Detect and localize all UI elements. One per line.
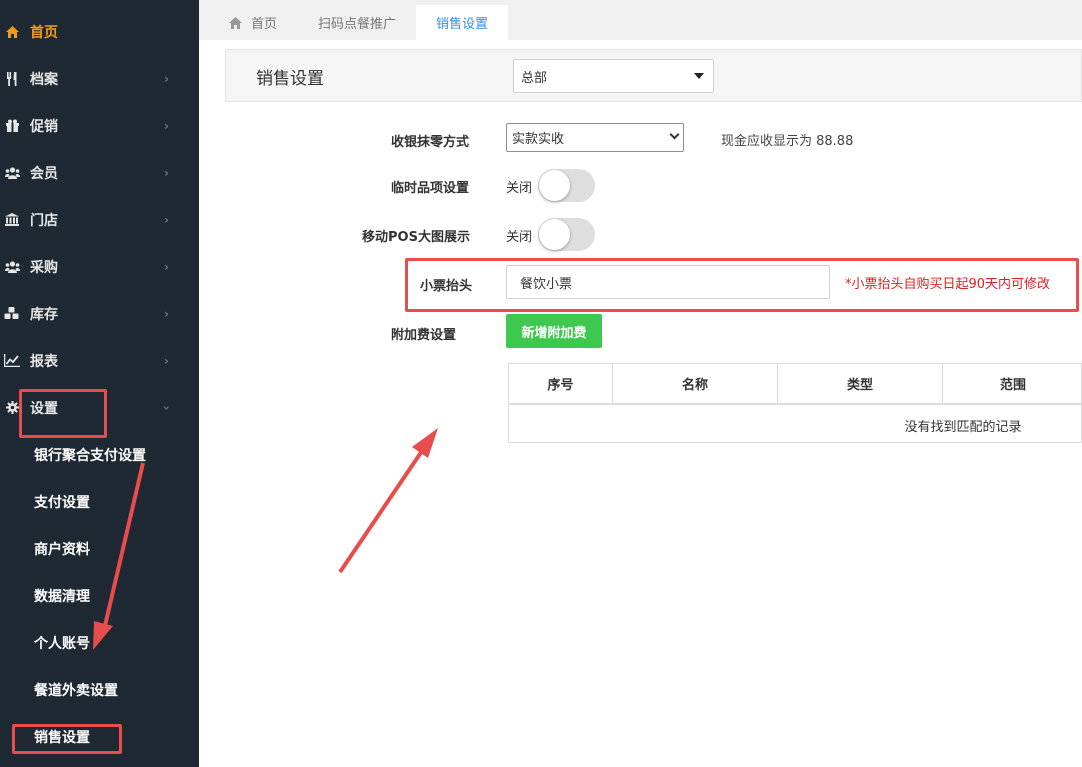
sidebar-subitem-label: 数据清理: [34, 588, 90, 605]
sidebar-subitem-label: 支付设置: [34, 494, 90, 511]
sidebar-item-home[interactable]: 首页: [0, 8, 199, 55]
add-surcharge-button-label: 新增附加费: [521, 325, 587, 341]
tab-qr-order[interactable]: 扫码点餐推广: [318, 5, 408, 40]
column-label: 类型: [846, 378, 873, 393]
column-label: 范围: [999, 378, 1026, 393]
store-select-value: 总部: [521, 70, 548, 86]
sidebar-subitem-label: 餐道外卖设置: [34, 682, 118, 699]
sidebar-subitem-label: 商户资料: [34, 541, 90, 558]
sidebar-item-members[interactable]: 会员 ›: [0, 149, 199, 196]
table-header-cell[interactable]: 范围: [943, 364, 1082, 405]
sidebar-item-label: 档案: [30, 71, 58, 88]
annotation-box-sales-settings: [12, 724, 122, 754]
sidebar-item-label: 首页: [30, 24, 58, 41]
chevron-right-icon: ›: [164, 71, 169, 86]
annotation-box-receipt-header: [405, 258, 1079, 312]
users-icon: [4, 259, 20, 275]
table-header-cell[interactable]: 序号: [509, 364, 613, 405]
chevron-right-icon: ›: [164, 353, 169, 368]
rounding-select-value: 实款实收: [512, 132, 565, 147]
sidebar-subitem-bank-pay[interactable]: 银行聚合支付设置: [0, 431, 199, 478]
pos-big-image-label: 移动POS大图展示: [362, 230, 470, 245]
gift-icon: [4, 118, 20, 134]
sidebar-item-label: 采购: [30, 259, 58, 276]
rounding-hint: 现金应收显示为 88.88: [721, 134, 854, 149]
chevron-right-icon: ›: [164, 165, 169, 180]
rounding-label: 收银抹零方式: [391, 135, 470, 150]
column-label: 名称: [681, 378, 708, 393]
pos-big-image-toggle[interactable]: [538, 218, 595, 251]
sidebar-item-reports[interactable]: 报表 ›: [0, 337, 199, 384]
rounding-select[interactable]: 实款实收: [506, 123, 684, 152]
sidebar-item-label: 库存: [30, 306, 58, 323]
sidebar-item-label: 促销: [30, 118, 58, 135]
sidebar-subitem-label: 银行聚合支付设置: [34, 447, 146, 464]
home-icon: [229, 16, 242, 29]
users-icon: [4, 165, 20, 181]
table-empty-message: 没有找到匹配的记录: [904, 420, 1022, 435]
chevron-right-icon: ›: [164, 118, 169, 133]
chevron-right-icon: ›: [164, 212, 169, 227]
table-header-cell[interactable]: 名称: [613, 364, 778, 405]
pos-big-image-state: 关闭: [506, 230, 533, 245]
page-title: 销售设置: [256, 69, 324, 89]
home-icon: [4, 24, 20, 40]
chevron-right-icon: ›: [164, 259, 169, 274]
annotation-box-settings: [19, 389, 107, 438]
sidebar-item-stores[interactable]: 门店 ›: [0, 196, 199, 243]
table-header-cell[interactable]: 类型: [778, 364, 943, 405]
toggle-knob: [539, 219, 570, 250]
add-surcharge-button[interactable]: 新增附加费: [506, 314, 602, 348]
column-label: 序号: [547, 378, 574, 393]
sidebar-item-label: 门店: [30, 212, 58, 229]
sidebar-item-promotion[interactable]: 促销 ›: [0, 102, 199, 149]
chevron-right-icon: ›: [164, 306, 169, 321]
tab-label: 销售设置: [435, 17, 488, 32]
temp-item-toggle[interactable]: [538, 169, 595, 202]
sidebar: 首页 档案 › 促销 › 会员 › 门店 › 采购 › 库存 › 报表 › 设置…: [0, 0, 199, 767]
sidebar-subitem-payment[interactable]: 支付设置: [0, 478, 199, 525]
surcharge-table: 序号 名称 类型 范围 没有找到匹配的记录: [508, 363, 1082, 443]
tab-home[interactable]: 首页: [229, 5, 309, 40]
cubes-icon: [4, 306, 20, 322]
caret-down-icon: [694, 73, 704, 79]
sidebar-subitem-label: 个人账号: [34, 635, 90, 652]
sidebar-subitem-data-cleanup[interactable]: 数据清理: [0, 572, 199, 619]
tabs-bar: 首页 扫码点餐推广 销售设置: [199, 0, 1082, 40]
chevron-down-icon: ›: [159, 405, 174, 410]
store-select[interactable]: 总部: [513, 59, 714, 93]
sidebar-subitem-merchant[interactable]: 商户资料: [0, 525, 199, 572]
tab-sales-settings[interactable]: 销售设置: [416, 5, 508, 40]
toggle-knob: [539, 170, 570, 201]
tab-label: 首页: [251, 17, 278, 32]
bank-icon: [4, 212, 20, 228]
line-chart-icon: [4, 353, 20, 369]
sidebar-item-purchase[interactable]: 采购 ›: [0, 243, 199, 290]
utensils-icon: [4, 71, 20, 87]
sidebar-item-label: 会员: [30, 165, 58, 182]
gear-icon: [4, 400, 20, 416]
temp-item-state: 关闭: [506, 181, 533, 196]
tab-label: 扫码点餐推广: [318, 17, 397, 32]
sidebar-item-label: 报表: [30, 353, 58, 370]
sidebar-subitem-delivery[interactable]: 餐道外卖设置: [0, 666, 199, 713]
surcharge-label: 附加费设置: [391, 328, 457, 343]
sidebar-item-inventory[interactable]: 库存 ›: [0, 290, 199, 337]
sidebar-item-archive[interactable]: 档案 ›: [0, 55, 199, 102]
sidebar-subitem-account[interactable]: 个人账号: [0, 619, 199, 666]
temp-item-label: 临时品项设置: [391, 181, 470, 196]
